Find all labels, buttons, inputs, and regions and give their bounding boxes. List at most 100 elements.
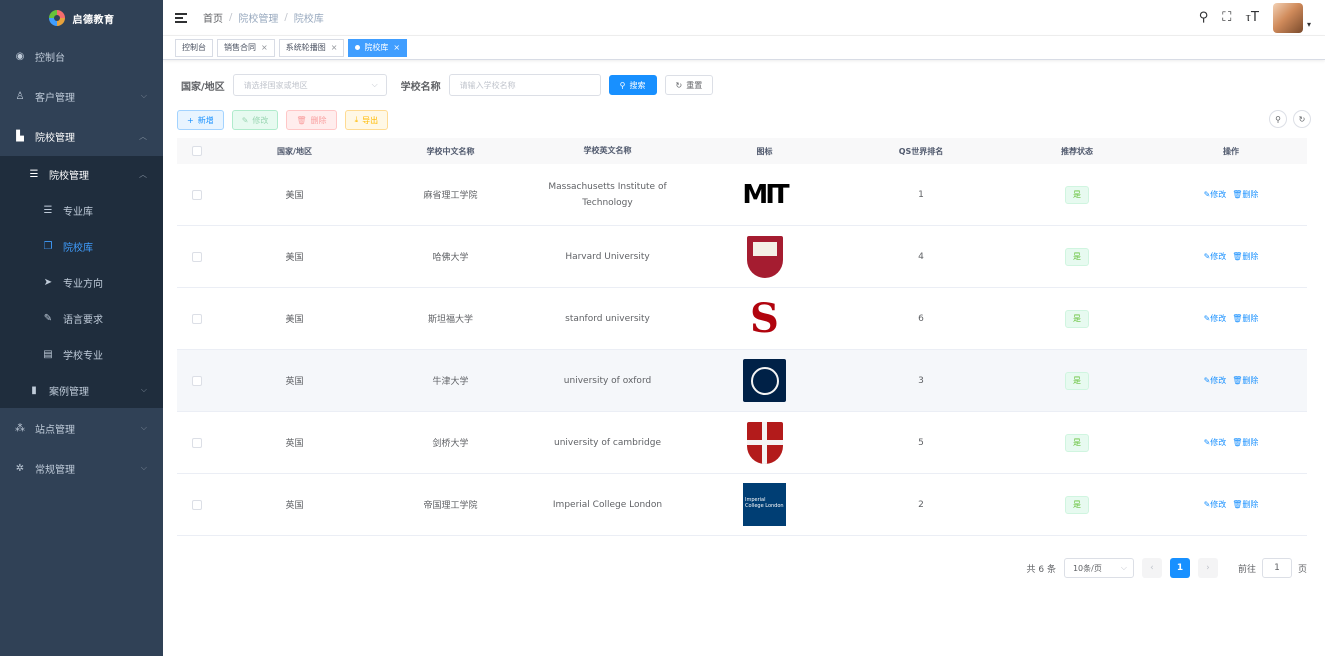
checkbox-cell: [177, 375, 217, 386]
sidebar-item-school-library[interactable]: ❐ 院校库: [0, 228, 163, 264]
export-button[interactable]: ⤓ 导出: [344, 110, 389, 130]
sidebar-item-major-direction[interactable]: ➤ 专业方向: [0, 264, 163, 300]
cn-name-cell: 剑桥大学: [432, 439, 469, 449]
row-edit-link[interactable]: ✎修改: [1204, 375, 1227, 386]
harvard-shield-icon: [746, 235, 783, 278]
row-edit-link[interactable]: ✎修改: [1204, 499, 1227, 510]
chevron-right-icon: ›: [1206, 563, 1210, 573]
table-row[interactable]: 英国 帝国理工学院 Imperial College London Imperi…: [177, 474, 1307, 536]
row-edit-label: 修改: [1210, 314, 1227, 323]
breadcrumb-school-mgmt: 院校管理: [238, 14, 279, 25]
sidebar-item-language-req[interactable]: ✎ 语言要求: [0, 300, 163, 336]
oxford-seal-icon: [750, 366, 779, 395]
column-header: 推荐状态: [1061, 146, 1093, 156]
search-button[interactable]: ⚲ 搜索: [608, 75, 657, 95]
goto-suffix: 页: [1297, 564, 1307, 575]
search-form: 国家/地区 请选择国家或地区 ⌵ 学校名称 请输入学校名称 ⚲ 搜索 ↻ 重置: [181, 74, 721, 96]
page-number-current[interactable]: 1: [1169, 558, 1190, 578]
sidebar-item-dashboard[interactable]: ◉ 控制台: [0, 36, 163, 76]
school-name-label: 学校名称: [400, 81, 441, 93]
tag-carousel[interactable]: 系统轮播图 ×: [278, 38, 345, 57]
delete-button[interactable]: 🗑 删除: [286, 110, 337, 130]
row-checkbox[interactable]: [192, 375, 202, 386]
row-checkbox[interactable]: [192, 189, 202, 200]
tag-sales-contract[interactable]: 销售合同 ×: [217, 38, 275, 57]
sidebar-item-label: 客户管理: [35, 92, 75, 104]
chevron-down-icon: ⌵: [1120, 563, 1127, 572]
building-icon: ▙: [16, 130, 24, 142]
row-delete-label: 删除: [1242, 252, 1259, 261]
caret-down-icon[interactable]: ▾: [1307, 20, 1311, 29]
close-icon[interactable]: ×: [261, 43, 268, 52]
select-all-checkbox[interactable]: [192, 146, 202, 156]
row-checkbox[interactable]: [192, 499, 202, 510]
prev-page-button[interactable]: ‹: [1141, 558, 1162, 578]
table-row[interactable]: 美国 哈佛大学 Harvard University 4 是 ✎修改 🗑删除: [177, 226, 1307, 288]
sidebar-item-general-mgmt[interactable]: ✲ 常规管理 ⌵: [0, 448, 163, 488]
country-select[interactable]: 请选择国家或地区 ⌵: [232, 74, 387, 96]
fullscreen-icon[interactable]: ⛶: [1222, 10, 1231, 25]
checkbox-cell: [177, 313, 217, 324]
row-delete-link[interactable]: 🗑删除: [1232, 499, 1258, 510]
edit-button[interactable]: ✎ 修改: [231, 110, 279, 130]
sidebar-item-major-library[interactable]: ☰ 专业库: [0, 192, 163, 228]
edit-icon: ✎: [43, 312, 53, 324]
row-checkbox[interactable]: [192, 251, 202, 262]
copy-icon: ❐: [43, 240, 53, 252]
page-size-select[interactable]: 10条/页 ⌵: [1063, 558, 1134, 578]
ops-cell: ✎修改 🗑删除: [1155, 313, 1307, 324]
search-icon[interactable]: ⚲: [1199, 10, 1209, 25]
font-size-icon[interactable]: ⲧT: [1245, 10, 1259, 25]
refresh-button[interactable]: ↻: [1293, 110, 1311, 128]
close-icon[interactable]: ×: [393, 43, 400, 52]
row-edit-link[interactable]: ✎修改: [1204, 437, 1227, 448]
toggle-search-button[interactable]: ⚲: [1269, 110, 1287, 128]
sidebar-item-site-mgmt[interactable]: ⁂ 站点管理 ⌵: [0, 408, 163, 448]
download-icon: ⤓: [354, 115, 359, 124]
main-content: 国家/地区 请选择国家或地区 ⌵ 学校名称 请输入学校名称 ⚲ 搜索 ↻ 重置 …: [163, 60, 1325, 656]
sidebar-item-case-mgmt[interactable]: ▮ 案例管理 ⌵: [0, 372, 163, 408]
row-edit-link[interactable]: ✎修改: [1204, 189, 1227, 200]
row-delete-link[interactable]: 🗑删除: [1232, 189, 1258, 200]
row-checkbox[interactable]: [192, 313, 202, 324]
dashboard-icon: ◉: [15, 50, 25, 62]
tag-label: 销售合同: [224, 43, 256, 52]
hamburger-icon[interactable]: [175, 12, 187, 23]
logo[interactable]: 启德教育: [0, 0, 163, 36]
school-name-input[interactable]: 请输入学校名称: [448, 74, 601, 96]
en-name-text: Massachusetts Institute of Technology: [548, 181, 667, 208]
row-delete-link[interactable]: 🗑删除: [1232, 313, 1258, 324]
breadcrumb-separator: /: [229, 12, 233, 23]
tag-school-library[interactable]: 院校库 ×: [348, 38, 408, 57]
status-cell: 是: [999, 371, 1155, 390]
cn-name-cell: 斯坦福大学: [427, 315, 473, 325]
row-edit-link[interactable]: ✎修改: [1204, 313, 1227, 324]
sidebar-item-school-mgmt-sub[interactable]: ☰ 院校管理 ︿: [0, 156, 163, 192]
avatar[interactable]: [1272, 2, 1303, 33]
goto-page-input[interactable]: 1: [1261, 558, 1292, 578]
table-row[interactable]: 美国 麻省理工学院 Massachusetts Institute of Tec…: [177, 164, 1307, 226]
row-checkbox[interactable]: [192, 437, 202, 448]
sidebar-item-school-major[interactable]: ▤ 学校专业: [0, 336, 163, 372]
delete-button-label: 删除: [310, 115, 327, 125]
sidebar-item-label: 案例管理: [49, 386, 89, 398]
sidebar-item-school-mgmt[interactable]: ▙ 院校管理 ︿: [0, 116, 163, 156]
row-delete-link[interactable]: 🗑删除: [1232, 375, 1258, 386]
row-edit-link[interactable]: ✎修改: [1204, 251, 1227, 262]
close-icon[interactable]: ×: [331, 43, 338, 52]
sidebar-item-customers[interactable]: ♙ 客户管理 ⌵: [0, 76, 163, 116]
next-page-button[interactable]: ›: [1197, 558, 1218, 578]
mit-logo-text: MIT: [742, 179, 789, 210]
table-row[interactable]: 美国 斯坦福大学 stanford university S 6 是 ✎修改 🗑…: [177, 288, 1307, 350]
submenu-school-mgmt: ☰ 院校管理 ︿ ☰ 专业库 ❐ 院校库 ➤ 专业方向 ✎ 语言要求 ▤ 学校专…: [0, 156, 163, 408]
add-button[interactable]: + 新增: [177, 110, 224, 130]
tag-dashboard[interactable]: 控制台: [175, 38, 213, 57]
reset-button[interactable]: ↻ 重置: [664, 75, 714, 95]
table-row[interactable]: 英国 牛津大学 university of oxford 3 是 ✎修改 🗑删除: [177, 350, 1307, 412]
sidebar: 启德教育 ◉ 控制台 ♙ 客户管理 ⌵ ▙ 院校管理 ︿ ☰ 院校管理 ︿ ☰ …: [0, 0, 163, 656]
row-delete-link[interactable]: 🗑删除: [1232, 437, 1258, 448]
table-row[interactable]: 英国 剑桥大学 university of cambridge 5 是 ✎修改 …: [177, 412, 1307, 474]
cn-name-cell: 哈佛大学: [432, 253, 469, 263]
row-delete-link[interactable]: 🗑删除: [1232, 251, 1258, 262]
breadcrumb-home[interactable]: 首页: [203, 10, 223, 25]
